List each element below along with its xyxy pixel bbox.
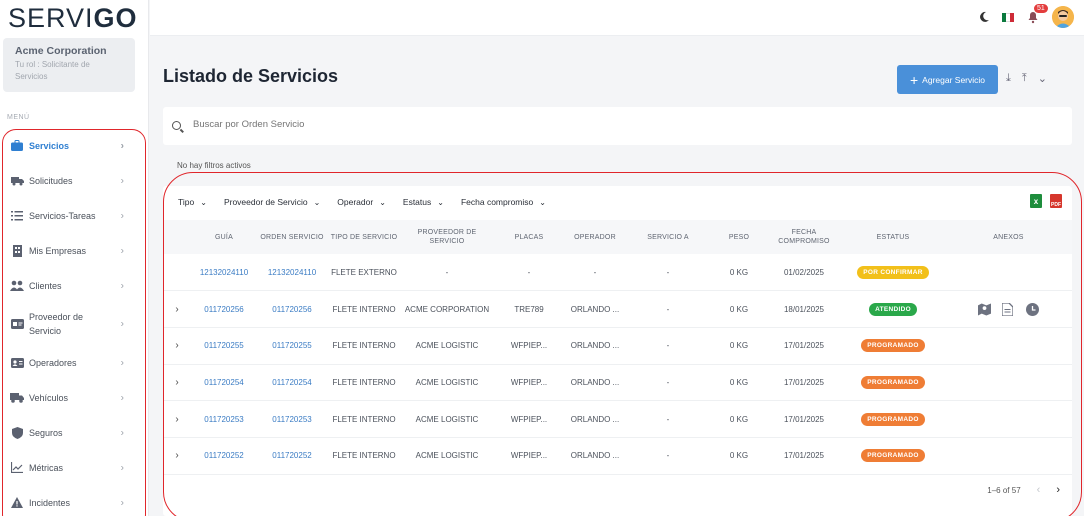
upload-icon[interactable]: ⤒ (1022, 72, 1027, 85)
logo-text: SERVI (8, 3, 94, 33)
top-bar: 51 (150, 0, 1084, 36)
search-icon (172, 121, 181, 130)
chevron-down-icon[interactable]: ⌄ (1038, 72, 1047, 85)
sidebar-highlight-annotation (2, 129, 146, 516)
org-name: Acme Corporation (15, 45, 107, 57)
organization-card: Acme Corporation Tu rol : Solicitante de… (3, 38, 135, 92)
active-filters-text: No hay filtros activos (177, 161, 251, 170)
download-icon[interactable]: ⤓ (1006, 72, 1011, 85)
page-title: Listado de Servicios (163, 66, 339, 86)
mexico-flag-icon[interactable] (1002, 12, 1014, 22)
dark-mode-icon[interactable] (978, 11, 990, 23)
org-role: Tu rol : Solicitante de Servicios (15, 60, 90, 81)
user-avatar[interactable] (1052, 6, 1074, 28)
logo-suffix: GO (93, 3, 138, 33)
menu-label: MENÚ (7, 114, 30, 121)
logo[interactable]: SERVIGO (8, 3, 138, 34)
notification-count-badge: 51 (1034, 4, 1048, 13)
plus-icon: + (909, 71, 919, 88)
search-bar (163, 107, 1072, 145)
notifications-bell-icon[interactable]: 51 (1026, 4, 1048, 24)
table-highlight-annotation (163, 172, 1082, 516)
search-input[interactable] (193, 119, 593, 130)
add-service-label: Agregar Servicio (922, 74, 986, 85)
add-service-button[interactable]: + Agregar Servicio (897, 65, 998, 94)
